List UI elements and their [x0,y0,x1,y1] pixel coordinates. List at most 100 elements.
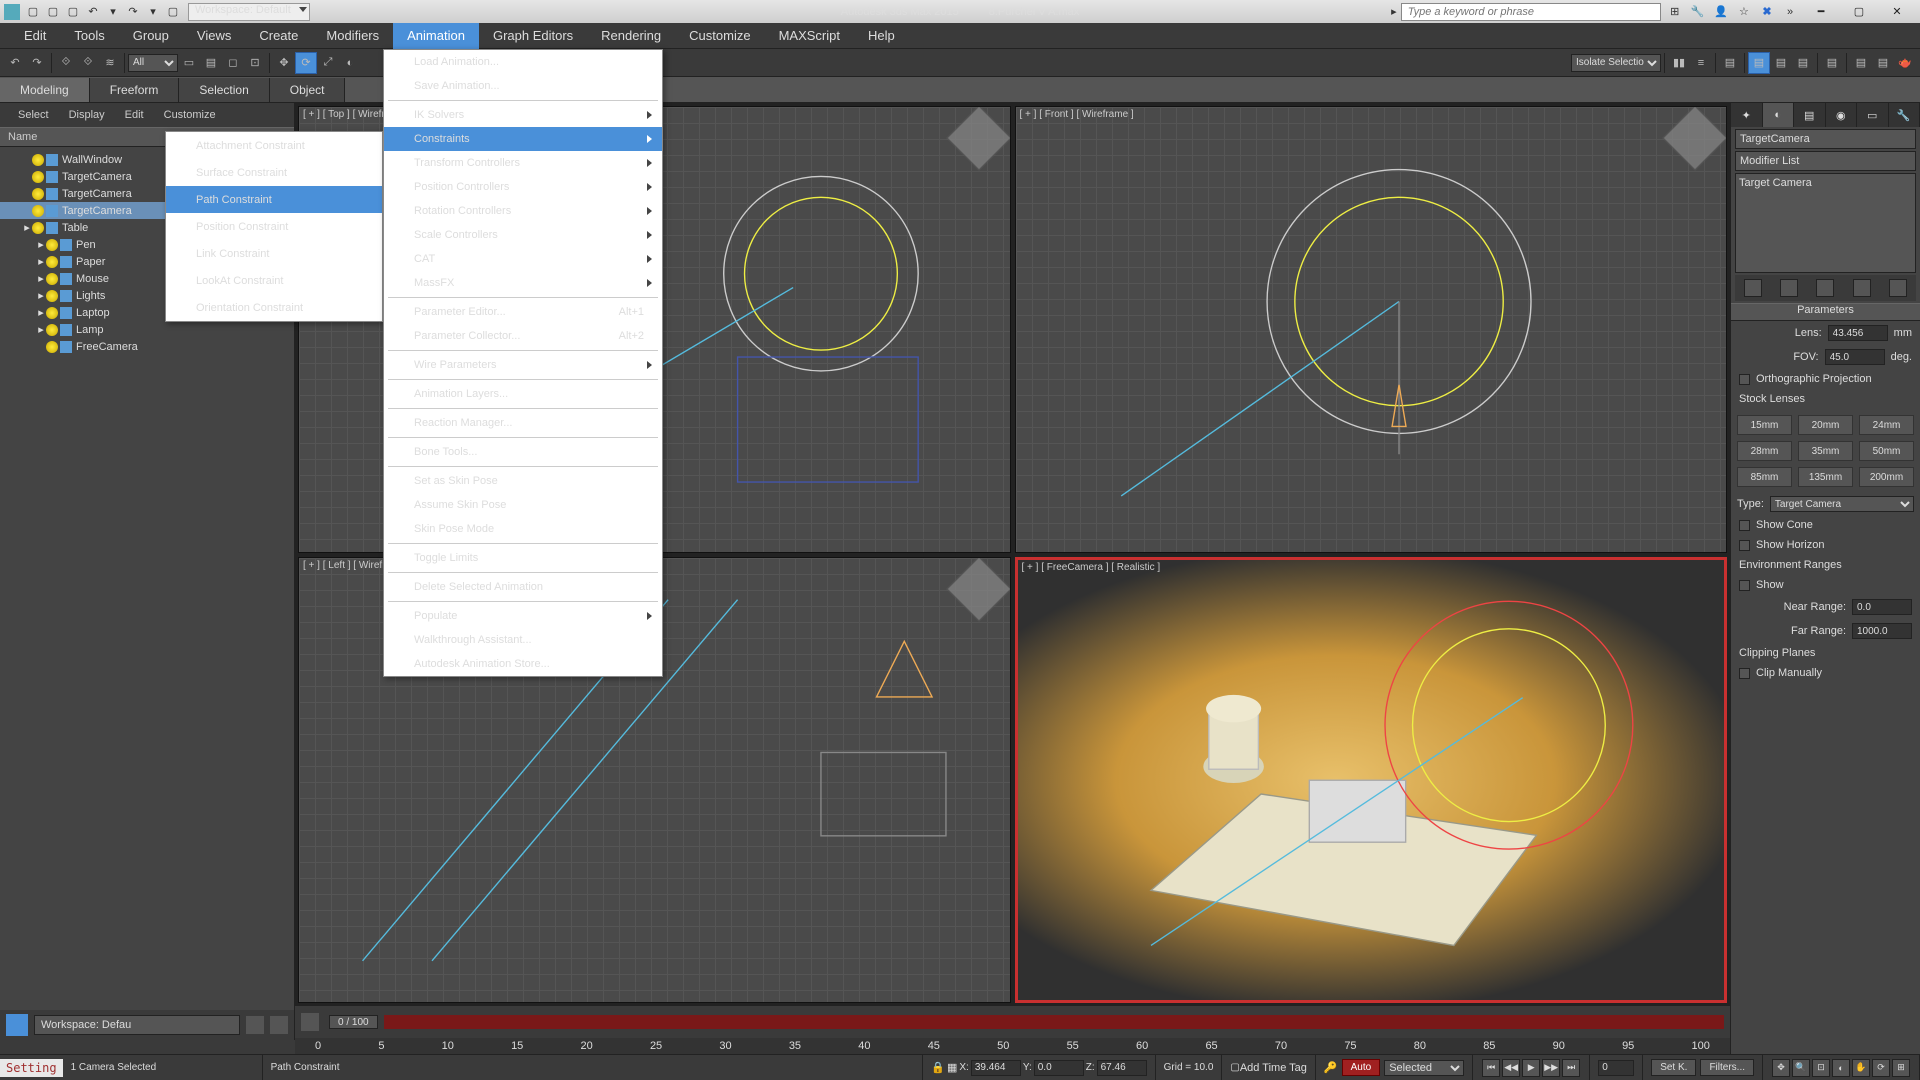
max-toggle-icon[interactable]: ⊞ [1892,1059,1910,1077]
se-menu-edit[interactable]: Edit [115,109,154,121]
lock-icon[interactable]: 🔒 [931,1061,945,1074]
expand-icon[interactable]: ▸ [36,255,46,268]
remove-icon[interactable] [1853,279,1871,297]
lens-preset-button[interactable]: 135mm [1798,467,1853,487]
modify-tab[interactable]: ◐ [1763,103,1795,127]
viewport-label[interactable]: [ + ] [ Front ] [ Wireframe ] [1020,109,1134,120]
pin-icon[interactable] [1744,279,1762,297]
visibility-icon[interactable] [46,307,58,319]
set-key-icon[interactable]: 🔑 [1324,1061,1338,1074]
frame-indicator[interactable]: 0 / 100 [329,1015,378,1029]
named-selection[interactable]: Isolate Selection [1571,54,1661,72]
undo-drop-icon[interactable]: ▾ [104,3,122,21]
menu-item[interactable]: Parameter Collector...Alt+2 [384,324,662,348]
close-button[interactable]: ✕ [1880,3,1914,21]
modifier-stack[interactable]: Target Camera [1735,173,1916,273]
goto-end-icon[interactable]: ⏭ [1562,1059,1580,1077]
pan-icon[interactable]: ✥ [1772,1059,1790,1077]
visibility-icon[interactable] [32,171,44,183]
menu-customize[interactable]: Customize [675,23,764,49]
menu-item[interactable]: Scale Controllers [384,223,662,247]
x-icon[interactable]: ✖ [1757,2,1777,20]
menu-item[interactable]: LookAt Constraint [166,267,382,294]
key-filters-button[interactable]: Filters... [1700,1059,1754,1076]
ribbon-tab-modeling[interactable]: Modeling [0,78,90,102]
person-icon[interactable] [270,1016,288,1034]
visibility-icon[interactable] [46,290,58,302]
menu-item[interactable]: Animation Layers... [384,382,662,406]
menu-item[interactable]: Constraints [384,127,662,151]
hierarchy-tab[interactable]: ▤ [1794,103,1826,127]
next-frame-icon[interactable]: ▶▶ [1542,1059,1560,1077]
goto-start-icon[interactable]: ⏮ [1482,1059,1500,1077]
menu-group[interactable]: Group [119,23,183,49]
menu-item[interactable]: Link Constraint [166,240,382,267]
menu-item[interactable]: Attachment Constraint [166,132,382,159]
abs-rel-icon[interactable]: ▦ [947,1061,957,1074]
menu-tools[interactable]: Tools [60,23,118,49]
rotate-icon[interactable]: ⟳ [295,52,317,74]
menu-maxscript[interactable]: MAXScript [765,23,854,49]
zoom-icon[interactable]: 🔍 [1792,1059,1810,1077]
menu-item[interactable]: Populate [384,604,662,628]
menu-item[interactable]: Position Controllers [384,175,662,199]
se-menu-customize[interactable]: Customize [154,109,226,121]
lens-input[interactable] [1828,325,1888,341]
schematic-icon[interactable]: ▤ [1770,52,1792,74]
menu-item[interactable]: Transform Controllers [384,151,662,175]
lens-preset-button[interactable]: 20mm [1798,415,1853,435]
select-icon[interactable]: ▭ [178,52,200,74]
lens-preset-button[interactable]: 28mm [1737,441,1792,461]
rect-region-icon[interactable]: ◻ [222,52,244,74]
expand-icon[interactable]: ▸ [36,289,46,302]
ribbon-tab-object[interactable]: Object [270,78,346,102]
orbit-icon[interactable]: ⟳ [1872,1059,1890,1077]
show-result-icon[interactable] [1780,279,1798,297]
visibility-icon[interactable] [46,256,58,268]
ref-coord-icon[interactable]: ◐ [339,52,361,74]
showhorizon-checkbox[interactable] [1739,540,1750,551]
visibility-icon[interactable] [32,154,44,166]
clip-manually-checkbox[interactable] [1739,668,1750,679]
lens-preset-button[interactable]: 200mm [1859,467,1914,487]
y-input[interactable] [1034,1060,1084,1076]
menu-item[interactable]: CAT [384,247,662,271]
link-icon[interactable]: ▢ [164,3,182,21]
expand-icon[interactable]: ▸ [36,306,46,319]
stack-item[interactable]: Target Camera [1739,177,1912,189]
viewport-front[interactable]: [ + ] [ Front ] [ Wireframe ] [1015,106,1728,553]
menu-create[interactable]: Create [245,23,312,49]
redo-icon[interactable]: ↷ [26,52,48,74]
menu-item[interactable]: Path Constraint [166,186,382,213]
workspace-dropdown[interactable]: Workspace: Default [188,3,310,21]
menu-item[interactable]: MassFX [384,271,662,295]
bind-icon[interactable]: ≋ [99,52,121,74]
se-menu-display[interactable]: Display [59,109,115,121]
menu-item[interactable]: Walkthrough Assistant... [384,628,662,652]
render-setup-icon[interactable]: ▤ [1821,52,1843,74]
scale-icon[interactable]: ⤢ [317,52,339,74]
new-icon[interactable]: ▢ [24,3,42,21]
align-icon[interactable]: ≡ [1690,52,1712,74]
maximize-button[interactable]: ▢ [1842,3,1876,21]
layer-icon[interactable]: ▤ [1719,52,1741,74]
menu-help[interactable]: Help [854,23,909,49]
key-mode-icon[interactable] [301,1013,319,1031]
menu-item[interactable]: Parameter Editor...Alt+1 [384,300,662,324]
type-dropdown[interactable]: Target Camera [1770,496,1914,512]
mirror-icon[interactable]: ▮▮ [1668,52,1690,74]
play-icon[interactable]: ▶ [1522,1059,1540,1077]
viewport-camera[interactable]: [ + ] [ FreeCamera ] [ Realistic ] [1015,557,1728,1004]
selection-filter[interactable]: All [128,54,178,72]
zoom-extents-icon[interactable]: ⊡ [1812,1059,1830,1077]
ribbon-tab-freeform[interactable]: Freeform [90,78,180,102]
menu-item[interactable]: Assume Skin Pose [384,493,662,517]
create-tab[interactable]: ✦ [1731,103,1763,127]
menu-item[interactable]: Reaction Manager... [384,411,662,435]
prev-frame-icon[interactable]: ◀◀ [1502,1059,1520,1077]
open-icon[interactable]: ▢ [44,3,62,21]
link-icon[interactable]: ⟐ [55,52,77,74]
menu-views[interactable]: Views [183,23,245,49]
workspace-field[interactable]: Workspace: Defau [34,1015,240,1035]
far-range-input[interactable] [1852,623,1912,639]
